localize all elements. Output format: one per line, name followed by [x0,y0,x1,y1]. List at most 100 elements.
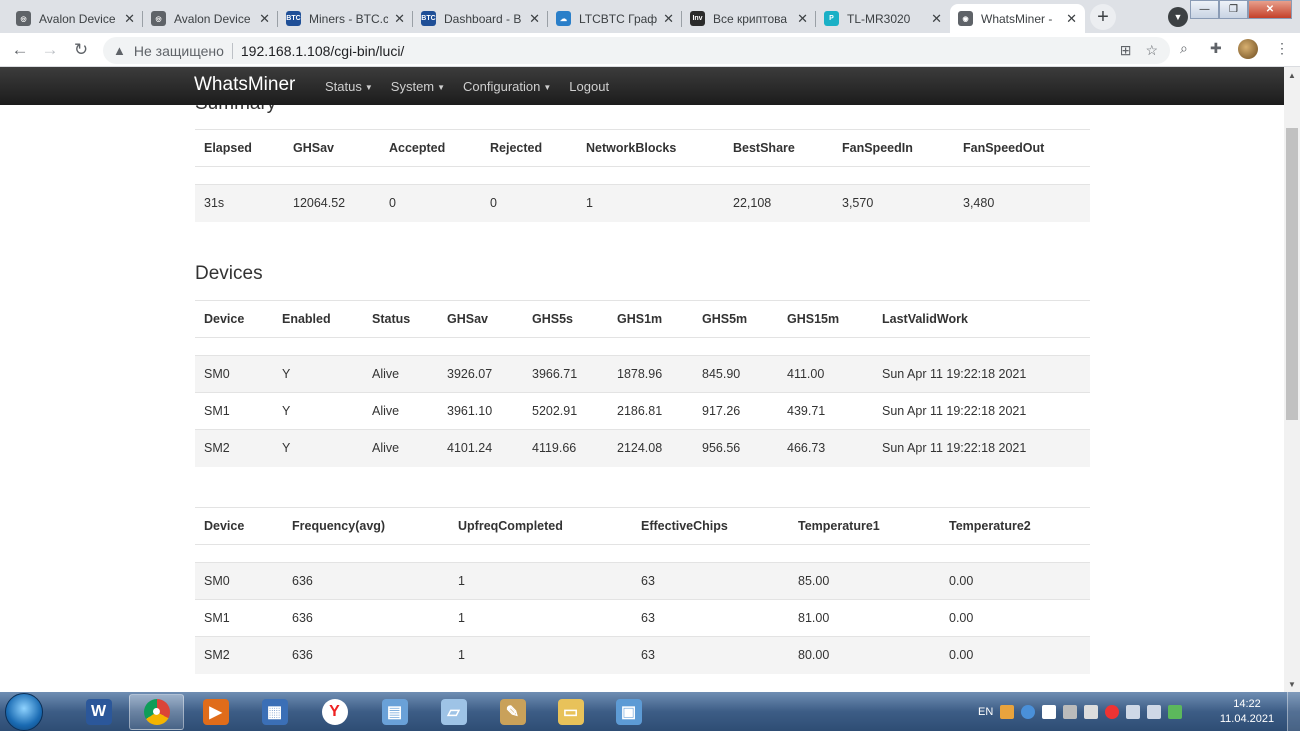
column-header: NetworkBlocks [577,129,724,167]
vertical-scrollbar[interactable]: ▲ ▼ [1284,67,1300,692]
browser-tab[interactable]: ◎ Avalon Device ✕ [143,4,278,33]
table-cell: 2124.08 [608,429,693,467]
table-cell: 636 [283,636,449,674]
table-cell: 2186.81 [608,392,693,430]
table-cell: Alive [363,429,438,467]
brand-logo[interactable]: WhatsMiner [194,74,295,96]
avatar[interactable] [1238,39,1258,59]
table-cell: 0.00 [940,599,1090,637]
tab-close-icon[interactable]: ✕ [931,11,942,27]
forward-arrow-icon[interactable]: → [39,39,61,61]
tab-favicon-icon: Inv [690,11,705,26]
back-arrow-icon[interactable]: ← [9,39,31,61]
tab-close-icon[interactable]: ✕ [394,11,405,27]
clock[interactable]: 14:22 11.04.2021 [1218,697,1276,727]
table-cell: 956.56 [693,429,778,467]
chrome-tray-icon[interactable] [1000,704,1015,719]
taskbar-app-explorer[interactable]: ▭ [543,694,598,730]
tab-close-icon[interactable]: ✕ [797,11,808,27]
start-button[interactable] [5,693,43,731]
control-panel-icon: ▤ [381,699,408,725]
usb-icon[interactable] [1084,704,1099,719]
taskbar-app-media-player[interactable]: ▶ [188,694,243,730]
browser-tab[interactable]: Inv Все криптова ✕ [682,4,816,33]
address-bar[interactable]: ▲ Не защищено 192.168.1.108/cgi-bin/luci… [103,37,1170,64]
devices-heading: Devices [195,263,263,284]
browser-tab[interactable]: ◉ WhatsMiner - ✕ [950,4,1085,33]
nav-logout[interactable]: Logout [569,79,609,94]
show-desktop-button[interactable] [1287,692,1300,731]
tab-favicon-icon: ◉ [958,11,973,26]
taskbar-app-paint[interactable]: ✎ [485,694,540,730]
column-header: GHS1m [608,300,693,338]
nav-status[interactable]: Status ▼ [325,79,373,94]
taskbar-app-yandex[interactable]: Y [307,694,362,730]
browser-tab[interactable]: BTC Miners - BTC.c ✕ [278,4,413,33]
taskbar-app-word[interactable]: W [71,694,126,730]
nav-configuration[interactable]: Configuration ▼ [463,79,551,94]
network-tray-icon[interactable] [1021,704,1036,719]
table-cell: 439.71 [778,392,873,430]
tab-favicon-icon: BTC [286,11,301,26]
tab-search-icon[interactable]: ▼ [1168,7,1188,27]
caret-down-icon: ▼ [543,83,552,93]
scrollbar-thumb[interactable] [1286,128,1298,420]
column-header: GHSav [438,300,523,338]
table-cell: 5202.91 [523,392,608,430]
table-row: SM0 636 1 63 85.00 0.00 [195,562,1090,600]
bookmark-star-icon[interactable]: ☆ [1145,42,1158,59]
flag-icon[interactable] [1042,704,1057,719]
taskbar-app-control-panel[interactable]: ▤ [367,694,422,730]
column-header: EffectiveChips [632,507,789,545]
minimize-button[interactable]: — [1190,0,1219,19]
close-window-button[interactable]: ✕ [1248,0,1292,19]
tab-close-icon[interactable]: ✕ [259,11,270,27]
nav-system[interactable]: System ▼ [391,79,445,94]
new-tab-button[interactable]: + [1090,4,1116,30]
browser-tab[interactable]: ☁ LTCBTC Графи ✕ [548,4,682,33]
table-row: SM1 Y Alive 3961.10 5202.91 2186.81 917.26 439.… [195,392,1090,430]
yandex-icon: Y [321,699,348,725]
taskbar-app-network[interactable]: ▦ [247,694,302,730]
column-header: Device [195,507,283,545]
nav-logout-label: Logout [569,79,610,94]
reload-icon[interactable]: ↻ [70,39,92,61]
translate-icon[interactable]: ⊞ [1120,42,1132,59]
extension-search-icon[interactable]: ⌕ [1180,40,1188,57]
scroll-up-icon[interactable]: ▲ [1284,67,1300,83]
taskbar-app-display[interactable]: ▣ [601,694,656,730]
url-text[interactable]: 192.168.1.108/cgi-bin/luci/ [241,43,404,59]
tab-close-icon[interactable]: ✕ [529,11,540,27]
security-label[interactable]: Не защищено [134,43,224,59]
table-cell: 411.00 [778,355,873,393]
caret-down-icon: ▼ [437,83,446,93]
table-cell: 4101.24 [438,429,523,467]
scroll-down-icon[interactable]: ▼ [1284,676,1300,692]
table-cell: Sun Apr 11 19:22:18 2021 [873,392,1090,430]
opera-icon[interactable] [1105,704,1120,719]
extensions-puzzle-icon[interactable]: ✚ [1210,40,1222,57]
browser-tab[interactable]: ◎ Avalon Device ✕ [8,4,143,33]
browser-tab[interactable]: P TL-MR3020 ✕ [816,4,950,33]
table-cell: 0.00 [940,636,1090,674]
table-cell: 63 [632,599,789,637]
browser-tab[interactable]: BTC Dashboard - B ✕ [413,4,548,33]
table-cell: 466.73 [778,429,873,467]
taskbar-app-chrome[interactable]: ● [129,694,184,730]
table-cell: 636 [283,599,449,637]
table-cell: SM0 [195,562,283,600]
column-header: GHS15m [778,300,873,338]
tab-close-icon[interactable]: ✕ [663,11,674,27]
tab-close-icon[interactable]: ✕ [124,11,135,27]
taskbar-app-notepad[interactable]: ▱ [426,694,481,730]
signal-icon[interactable] [1126,704,1141,719]
maximize-button[interactable]: ❐ [1219,0,1248,19]
language-indicator[interactable]: EN [978,706,993,718]
warning-icon[interactable]: ▲ [113,43,126,58]
menu-kebab-icon[interactable]: ⋮ [1275,40,1289,57]
tab-close-icon[interactable]: ✕ [1066,11,1077,27]
sync-icon[interactable] [1168,704,1183,719]
volume-icon[interactable] [1147,704,1162,719]
column-header: GHS5m [693,300,778,338]
tray-app-icon[interactable] [1063,704,1078,719]
